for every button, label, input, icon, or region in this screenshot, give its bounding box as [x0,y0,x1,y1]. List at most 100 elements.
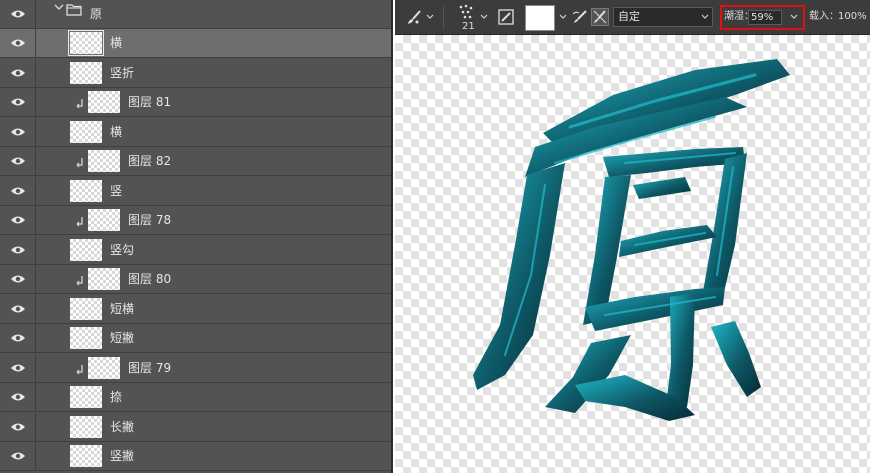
visibility-toggle[interactable] [0,58,36,87]
layer-thumbnail[interactable] [70,61,102,84]
current-brush-load-swatch[interactable] [525,5,555,31]
visibility-toggle[interactable] [0,353,36,382]
brush-preset-icon[interactable] [457,3,475,21]
layer-row[interactable]: 图层 79 [0,353,391,383]
visibility-toggle[interactable] [0,324,36,352]
eye-icon [10,128,25,135]
chevron-down-icon[interactable] [480,14,488,20]
layer-thumbnail[interactable] [70,238,102,261]
chevron-down-icon[interactable] [426,14,434,20]
layer-row[interactable]: 竖折 [0,58,391,88]
eye-icon [10,69,25,76]
visibility-toggle[interactable] [0,0,36,28]
toolbar-divider [443,6,444,29]
layer-row[interactable]: 横 [0,117,391,147]
eye-icon [10,39,25,47]
load-brush-icon[interactable] [571,8,589,26]
layer-thumbnail[interactable] [88,150,120,172]
layer-thumbnail[interactable] [88,209,120,231]
layer-name: 图层 82 [128,154,172,168]
layer-row[interactable]: 捺 [0,383,391,412]
visibility-toggle[interactable] [0,294,36,323]
visibility-toggle[interactable] [0,176,36,205]
visibility-toggle[interactable] [0,206,36,234]
brush-panel-icon[interactable] [497,8,515,26]
group-name: 原 [90,7,103,21]
layer-row[interactable]: 图层 78 [0,206,391,235]
chevron-down-icon[interactable] [54,2,64,12]
layer-thumbnail[interactable] [88,91,120,113]
layer-row[interactable]: 横 [0,29,391,58]
layer-thumbnail[interactable] [70,327,102,349]
eye-icon [10,275,25,283]
layer-group-row[interactable]: 原 [0,0,391,29]
layer-row[interactable]: 图层 81 [0,88,391,117]
document-canvas[interactable] [395,35,870,473]
layer-row[interactable]: 长撇 [0,412,391,442]
layer-thumbnail[interactable] [68,30,104,56]
layer-row[interactable]: 竖 [0,176,391,206]
layer-name: 图层 78 [128,213,172,227]
visibility-toggle[interactable] [0,88,36,116]
eye-icon [10,393,25,401]
layer-name: 图层 80 [128,272,172,286]
visibility-toggle[interactable] [0,383,36,411]
layer-thumbnail[interactable] [70,120,102,143]
clipping-mask-icon [76,154,84,173]
visibility-toggle[interactable] [0,442,36,470]
layer-thumbnail[interactable] [70,179,102,202]
chevron-down-icon[interactable] [790,14,798,20]
layer-name: 横 [110,124,123,139]
eye-icon [10,187,25,194]
eye-icon [10,305,25,312]
eye-icon [10,157,25,165]
clipping-mask-icon [76,95,84,114]
layer-name: 竖 [110,183,123,198]
layer-name: 横 [110,36,123,50]
visibility-toggle[interactable] [0,117,36,146]
layer-thumbnail[interactable] [70,415,102,438]
layer-thumbnail[interactable] [70,297,102,320]
layer-name: 图层 81 [128,95,172,109]
clipping-mask-icon [76,361,84,380]
visibility-toggle[interactable] [0,147,36,175]
chevron-down-icon[interactable] [559,14,567,20]
clipping-mask-icon [76,213,84,232]
layer-name: 竖折 [110,65,135,80]
layer-thumbnail[interactable] [70,445,102,467]
layer-row[interactable]: 短横 [0,294,391,324]
layer-row[interactable]: 短撇 [0,324,391,353]
layer-thumbnail[interactable] [88,268,120,290]
layers-panel: 原 横竖折 图层 81 横图层 82 竖图层 78 竖勾 图层 80 短横 短撇 图层 79 捺长… [0,0,393,473]
clean-brush-icon[interactable] [591,8,609,26]
visibility-toggle[interactable] [0,412,36,441]
layer-thumbnail[interactable] [88,356,120,379]
wet-value-input[interactable]: 59% [748,10,782,25]
glyph-strokes [473,59,790,421]
load-label: 载入： [809,11,839,22]
chevron-down-icon[interactable] [701,14,709,20]
load-value[interactable]: 100% [838,11,867,23]
layer-thumbnail[interactable] [70,386,102,408]
brush-size-value: 21 [462,21,475,32]
options-bar: 21 自定 潮湿： 59% 载入： 100% [395,0,870,35]
visibility-toggle[interactable] [0,265,36,293]
brush-glyph-artwork [473,59,790,421]
layer-row[interactable]: 图层 82 [0,147,391,176]
layer-row[interactable]: 竖撇 [0,442,391,471]
visibility-toggle[interactable] [0,29,36,57]
visibility-toggle[interactable] [0,235,36,264]
layer-name: 捺 [110,390,123,404]
layer-name: 短撇 [110,331,135,345]
layer-name: 长撇 [110,419,135,434]
eye-icon [10,452,25,460]
layer-row[interactable]: 图层 80 [0,265,391,294]
mix-preset-select[interactable]: 自定 [613,7,713,27]
layer-name: 图层 79 [128,360,172,375]
layer-row[interactable]: 竖勾 [0,235,391,265]
layer-name: 短横 [110,301,135,316]
eye-icon [10,10,25,18]
folder-icon [66,4,82,16]
eye-icon [10,334,25,342]
brush-tool-icon[interactable] [405,9,423,27]
